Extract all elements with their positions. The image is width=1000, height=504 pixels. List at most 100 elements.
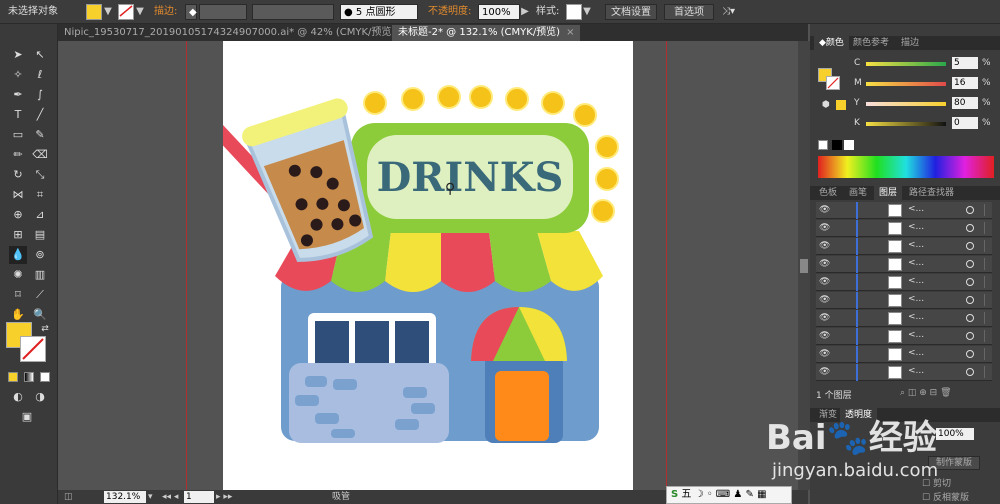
lasso-icon[interactable]: ℓ (31, 66, 49, 84)
layer-name[interactable]: <... (908, 258, 924, 268)
doc-settings-button[interactable]: 文档设置 (605, 4, 657, 20)
black-slider[interactable] (866, 122, 946, 126)
blend-tool-icon[interactable]: ⊚ (31, 246, 49, 264)
stroke-swatch[interactable] (118, 4, 134, 20)
eye-icon[interactable]: 👁 (819, 349, 831, 359)
magenta-value[interactable]: 16 (952, 77, 978, 89)
selection-column[interactable] (984, 348, 990, 360)
page-field[interactable]: 1 (184, 491, 214, 503)
selection-column[interactable] (984, 222, 990, 234)
layer-row[interactable]: 👁 <... (816, 220, 992, 237)
eyedropper-icon[interactable]: 💧 (9, 246, 27, 264)
yellow-slider[interactable] (866, 102, 946, 106)
layer-name[interactable]: <... (908, 222, 924, 232)
eye-icon[interactable]: 👁 (819, 259, 831, 269)
stroke-label[interactable]: 描边: (154, 4, 177, 20)
variable-width-profile[interactable] (252, 4, 334, 20)
layer-name[interactable]: <... (908, 312, 924, 322)
arrange-icon[interactable]: ⤨▾ (722, 4, 742, 20)
layer-row[interactable]: 👁 <... (816, 292, 992, 309)
style-dropdown-icon[interactable]: ▼ (582, 4, 592, 20)
target-icon[interactable] (966, 260, 974, 268)
eye-icon[interactable]: 👁 (819, 313, 831, 323)
stroke-color-box[interactable] (20, 336, 46, 362)
target-icon[interactable] (966, 368, 974, 376)
ime-toolbar[interactable]: S 五 ☽ ◦ ⌨ ♟ ✎ ▦ (666, 486, 792, 504)
eye-icon[interactable]: 👁 (819, 331, 831, 341)
target-icon[interactable] (966, 296, 974, 304)
tab-layers[interactable]: 图层 (874, 186, 903, 200)
stroke-dropdown-icon[interactable]: ▼ (135, 4, 145, 20)
target-icon[interactable] (966, 314, 974, 322)
zoom-field[interactable]: 132.1% (104, 491, 146, 503)
layer-name[interactable]: <... (908, 204, 924, 214)
tab-brushes[interactable]: 画笔 (844, 186, 872, 200)
color-mode-icon[interactable] (8, 372, 18, 382)
selection-column[interactable] (984, 294, 990, 306)
layer-actions-icon[interactable]: ⌕ ◫ ⊕ ⊟ 🗑 (900, 388, 952, 398)
selection-column[interactable] (984, 330, 990, 342)
free-transform-icon[interactable]: ⌗ (31, 186, 49, 204)
eye-icon[interactable]: 👁 (819, 205, 831, 215)
eye-icon[interactable]: 👁 (819, 241, 831, 251)
none-mode-icon[interactable] (40, 372, 50, 382)
drinks-shop-illustration[interactable]: DRINKS ⚲ (192, 41, 633, 490)
panel-stroke-swatch[interactable] (826, 76, 840, 90)
black-swatch[interactable] (832, 140, 842, 150)
eye-icon[interactable]: 👁 (819, 277, 831, 287)
mesh-tool-icon[interactable]: ⊞ (9, 226, 27, 244)
draw-normal-icon[interactable]: ◐ (9, 388, 27, 406)
slice-tool-icon[interactable]: ⟋ (31, 286, 49, 304)
layer-name[interactable]: <... (908, 366, 924, 376)
swap-colors-icon[interactable]: ⇄ (36, 320, 54, 338)
screen-mode-icon[interactable]: ▣ (18, 408, 36, 426)
shape-builder-icon[interactable]: ⊕ (9, 206, 27, 224)
brush-definition[interactable]: ● 5 点圆形 (340, 4, 418, 20)
layer-row[interactable]: 👁 <... (816, 238, 992, 255)
perspective-grid-icon[interactable]: ⊿ (31, 206, 49, 224)
selection-column[interactable] (984, 204, 990, 216)
layer-name[interactable]: <... (908, 348, 924, 358)
graph-tool-icon[interactable]: ▥ (31, 266, 49, 284)
magic-wand-icon[interactable]: ✧ (9, 66, 27, 84)
eye-icon[interactable]: 👁 (819, 223, 831, 233)
layer-name[interactable]: <... (908, 294, 924, 304)
black-value[interactable]: 0 (952, 117, 978, 129)
out-of-gamut-icon[interactable]: ⬢ (822, 100, 830, 110)
tab-color[interactable]: ◆颜色 (814, 36, 849, 50)
gradient-mode-icon[interactable] (24, 372, 34, 382)
fill-dropdown-icon[interactable]: ▼ (103, 4, 113, 20)
rectangle-tool-icon[interactable]: ▭ (9, 126, 27, 144)
style-swatch[interactable] (566, 4, 582, 20)
target-icon[interactable] (966, 206, 974, 214)
layer-row[interactable]: 👁 <... (816, 328, 992, 345)
zoom-dropdown-icon[interactable]: ▾ (148, 491, 153, 503)
line-tool-icon[interactable]: ╱ (31, 106, 49, 124)
symbol-sprayer-icon[interactable]: ✺ (9, 266, 27, 284)
artboard-tool-icon[interactable]: ⌑ (9, 286, 27, 304)
scale-tool-icon[interactable]: ⤡ (31, 166, 49, 184)
selection-column[interactable] (984, 258, 990, 270)
cyan-slider[interactable] (866, 62, 946, 66)
none-swatch[interactable] (818, 140, 828, 150)
target-icon[interactable] (966, 332, 974, 340)
opacity-field[interactable]: 100% (478, 4, 520, 20)
selection-column[interactable] (984, 240, 990, 252)
selection-tool-icon[interactable]: ➤ (9, 46, 27, 64)
fill-swatch[interactable] (86, 4, 102, 20)
gradient-tool-icon[interactable]: ▤ (31, 226, 49, 244)
layer-row[interactable]: 👁 <... (816, 256, 992, 273)
cyan-value[interactable]: 5 (952, 57, 978, 69)
canvas-area[interactable]: DRINKS ⚲ (58, 41, 808, 490)
stroke-weight-stepper[interactable]: ◆ (185, 4, 197, 20)
stroke-weight-field[interactable] (199, 4, 247, 20)
target-icon[interactable] (966, 278, 974, 286)
paintbrush-icon[interactable]: ✎ (31, 126, 49, 144)
pen-tool-icon[interactable]: ✒ (9, 86, 27, 104)
target-icon[interactable] (966, 242, 974, 250)
layer-name[interactable]: <... (908, 276, 924, 286)
close-icon[interactable]: × (566, 27, 574, 38)
layer-row[interactable]: 👁 <... (816, 346, 992, 363)
gamut-swatch[interactable] (836, 100, 846, 110)
selection-column[interactable] (984, 312, 990, 324)
